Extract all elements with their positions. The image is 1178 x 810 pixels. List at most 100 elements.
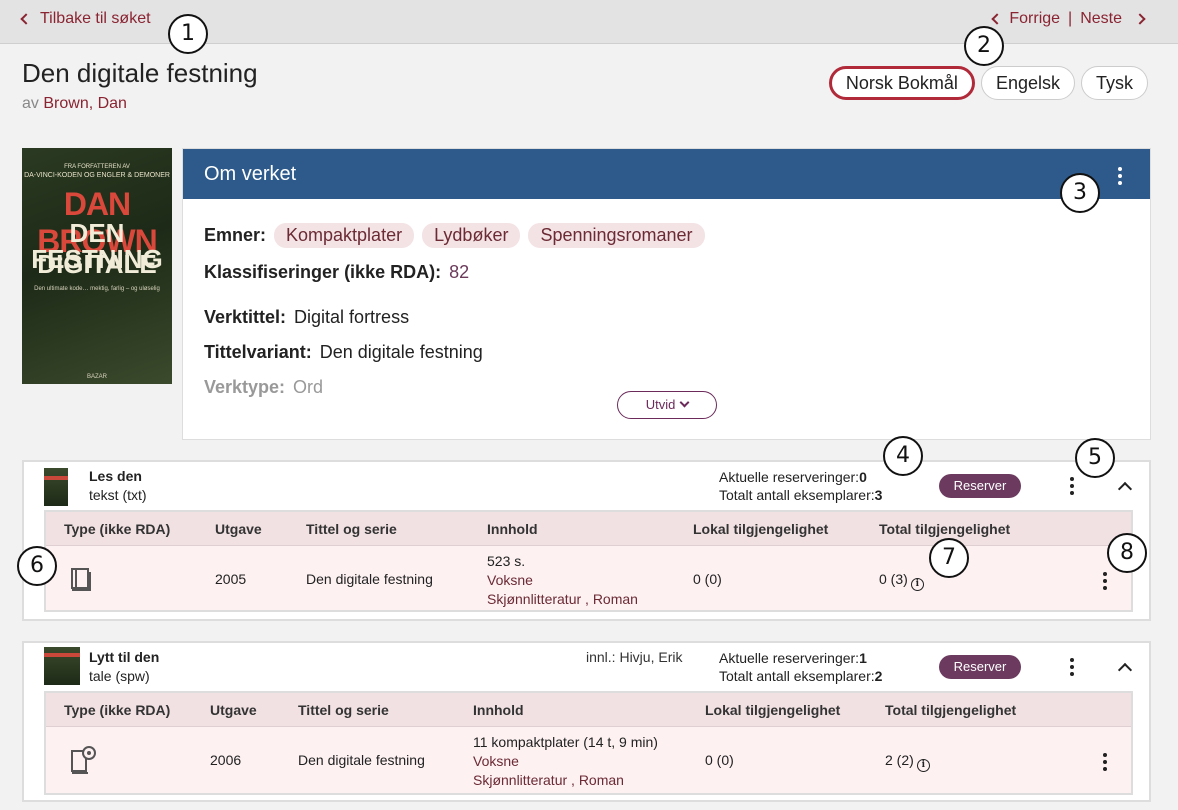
work-type-label: Verktype: bbox=[204, 377, 286, 397]
language-button-tysk[interactable]: Tysk bbox=[1080, 66, 1148, 100]
contributor: innl.: Hivju, Erik bbox=[586, 649, 683, 665]
manifestation-more-options-icon[interactable] bbox=[1070, 658, 1074, 676]
reserve-button[interactable]: Reserver bbox=[939, 474, 1021, 498]
manifestation-title: Les den bbox=[89, 468, 142, 484]
title-variant-label: Tittelvariant: bbox=[204, 342, 312, 362]
total-copies-label: Totalt antall eksemplarer: bbox=[719, 487, 875, 503]
content-extent: 523 s. bbox=[487, 553, 526, 569]
content-genre[interactable]: Skjønnlitteratur , Roman bbox=[473, 771, 658, 790]
row-more-options-icon[interactable] bbox=[1103, 572, 1107, 590]
by-prefix: av bbox=[22, 95, 39, 112]
chevron-left-icon bbox=[991, 13, 1004, 25]
language-button-engelsk[interactable]: Engelsk bbox=[980, 66, 1075, 100]
reservation-info: Aktuelle reserveringer:1 Totalt antall e… bbox=[719, 649, 882, 685]
info-icon[interactable]: i bbox=[910, 578, 924, 591]
manifestation-thumbnail bbox=[44, 647, 80, 685]
info-icon[interactable]: i bbox=[916, 759, 930, 772]
callout-3: 3 bbox=[1060, 173, 1100, 213]
classification-label: Klassifiseringer (ikke RDA): bbox=[204, 262, 442, 282]
column-header-content: Innhold bbox=[487, 521, 538, 537]
callout-6: 6 bbox=[17, 546, 57, 586]
total-copies-label: Totalt antall eksemplarer: bbox=[719, 668, 875, 684]
column-header-local-availability: Lokal tilgjengelighet bbox=[705, 702, 841, 718]
chevron-up-icon[interactable] bbox=[1117, 481, 1133, 497]
current-reservations-count: 0 bbox=[859, 469, 867, 485]
subject-chip-lydboker[interactable]: Lydbøker bbox=[422, 223, 521, 248]
language-button-norsk-bokmal[interactable]: Norsk Bokmål bbox=[828, 66, 975, 100]
prev-next-navigation: Forrige | Neste bbox=[991, 10, 1146, 28]
book-icon bbox=[71, 568, 91, 591]
subject-chip-kompaktplater[interactable]: Kompaktplater bbox=[274, 223, 415, 248]
manifestation-card-audio: Lytt til den tale (spw) innl.: Hivju, Er… bbox=[22, 641, 1151, 802]
work-type-row: Verktype: Ord bbox=[204, 377, 323, 398]
callout-2: 2 bbox=[964, 26, 1004, 66]
items-table-header: Type (ikke RDA) Utgave Tittel og serie I… bbox=[46, 693, 1131, 727]
classification-value[interactable]: 82 bbox=[449, 262, 469, 283]
subjects-label: Emner: bbox=[204, 225, 267, 245]
next-link[interactable]: Neste bbox=[1080, 10, 1122, 28]
column-header-total-availability: Total tilgjengelighet bbox=[885, 702, 1017, 718]
about-work-header: Om verket bbox=[183, 149, 1150, 199]
reservation-info: Aktuelle reserveringer:0 Totalt antall e… bbox=[719, 468, 882, 504]
page-title: Den digitale festning bbox=[22, 58, 258, 88]
chevron-up-icon[interactable] bbox=[1117, 662, 1133, 678]
subject-chip-spenningsromaner[interactable]: Spenningsromaner bbox=[528, 223, 705, 248]
callout-4: 4 bbox=[883, 436, 923, 476]
items-table: Type (ikke RDA) Utgave Tittel og serie I… bbox=[44, 510, 1133, 612]
author-link[interactable]: Brown, Dan bbox=[43, 95, 127, 112]
previous-link[interactable]: Forrige bbox=[1009, 10, 1060, 28]
work-title-row: Verktittel: Digital fortress bbox=[204, 307, 409, 328]
chevron-right-icon bbox=[1134, 13, 1146, 25]
column-header-total-availability: Total tilgjengelighet bbox=[879, 521, 1011, 537]
title-variant-row: Tittelvariant: Den digitale festning bbox=[204, 342, 483, 363]
callout-1: 1 bbox=[168, 14, 208, 54]
edition-cell: 2005 bbox=[215, 571, 247, 587]
book-cover-image: FRA FORFATTEREN AV DA-VINCI-KODEN OG ENG… bbox=[22, 148, 172, 384]
total-availability-cell: 0 (3) i bbox=[879, 571, 924, 591]
manifestation-format: tale (spw) bbox=[89, 668, 150, 684]
column-header-type: Type (ikke RDA) bbox=[64, 521, 171, 537]
content-genre[interactable]: Skjønnlitteratur , Roman bbox=[487, 590, 638, 609]
cover-tagline-2: DA-VINCI-KODEN OG ENGLER & DEMONER bbox=[24, 172, 170, 179]
manifestation-title: Lytt til den bbox=[89, 649, 160, 665]
column-header-edition: Utgave bbox=[215, 521, 262, 537]
title-series-cell[interactable]: Den digitale festning bbox=[298, 752, 425, 768]
current-reservations-count: 1 bbox=[859, 650, 867, 666]
total-availability-value: 2 (2) bbox=[885, 752, 914, 768]
content-cell: 523 s. Voksne Skjønnlitteratur , Roman bbox=[487, 552, 638, 609]
cover-title-line2: FESTNING bbox=[31, 244, 163, 274]
reserve-button[interactable]: Reserver bbox=[939, 655, 1021, 679]
classification-row: Klassifiseringer (ikke RDA): 82 bbox=[204, 262, 469, 283]
row-more-options-icon[interactable] bbox=[1103, 753, 1107, 771]
current-reservations-label: Aktuelle reserveringer: bbox=[719, 469, 860, 485]
back-to-search-link[interactable]: Tilbake til søket bbox=[20, 10, 151, 28]
title-series-cell[interactable]: Den digitale festning bbox=[306, 571, 433, 587]
total-availability-cell: 2 (2) i bbox=[885, 752, 930, 772]
content-cell: 11 kompaktplater (14 t, 9 min) Voksne Sk… bbox=[473, 733, 658, 790]
chevron-down-icon bbox=[679, 397, 690, 408]
manifestation-thumbnail bbox=[44, 468, 68, 506]
total-copies-count: 3 bbox=[874, 487, 883, 503]
callout-5: 5 bbox=[1075, 438, 1115, 478]
about-work-title: Om verket bbox=[204, 163, 297, 185]
total-availability-value: 0 (3) bbox=[879, 571, 908, 587]
items-table-header: Type (ikke RDA) Utgave Tittel og serie I… bbox=[46, 512, 1131, 546]
panel-more-options-icon[interactable] bbox=[1118, 167, 1122, 185]
total-copies-count: 2 bbox=[874, 668, 883, 684]
cover-publisher: BAZAR bbox=[86, 374, 107, 380]
column-header-title-series: Tittel og serie bbox=[306, 521, 397, 537]
content-audience[interactable]: Voksne bbox=[487, 571, 638, 590]
expand-button[interactable]: Utvid bbox=[617, 391, 717, 419]
local-availability-cell: 0 (0) bbox=[705, 752, 734, 768]
callout-7: 7 bbox=[929, 538, 969, 578]
manifestation-more-options-icon[interactable] bbox=[1070, 477, 1074, 495]
cover-tagline: FRA FORFATTEREN AV bbox=[64, 164, 130, 170]
work-title-value: Digital fortress bbox=[294, 307, 410, 327]
column-header-content: Innhold bbox=[473, 702, 524, 718]
nav-separator: | bbox=[1068, 10, 1073, 27]
items-table: Type (ikke RDA) Utgave Tittel og serie I… bbox=[44, 691, 1133, 795]
about-work-panel: Om verket Emner: Kompaktplater Lydbøker … bbox=[182, 148, 1151, 440]
audiobook-cd-icon bbox=[71, 746, 96, 774]
content-audience[interactable]: Voksne bbox=[473, 752, 658, 771]
chevron-left-icon bbox=[20, 13, 32, 25]
